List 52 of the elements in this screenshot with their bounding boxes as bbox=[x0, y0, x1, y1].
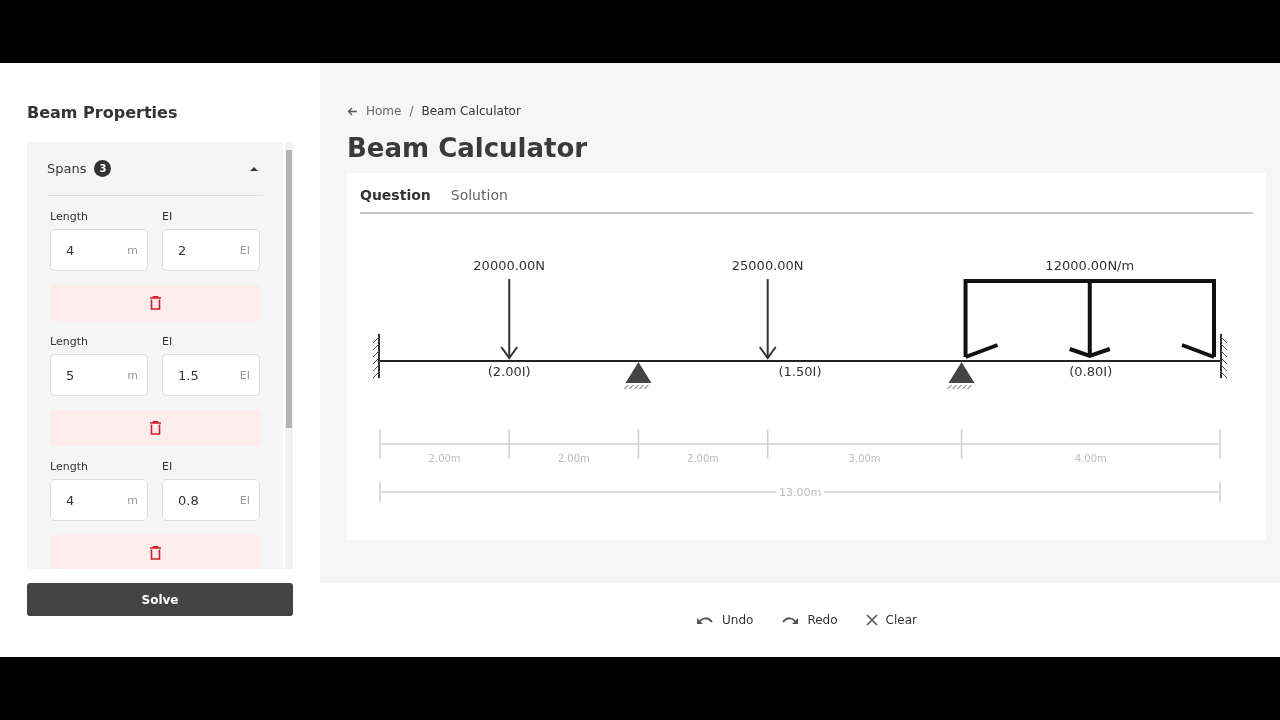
delete-button[interactable] bbox=[50, 285, 260, 321]
stiffness-label: (0.80I) bbox=[1069, 364, 1113, 379]
page-title: Beam Calculator bbox=[347, 133, 589, 163]
dimension-label: 2.00m bbox=[687, 453, 720, 464]
delete-button[interactable] bbox=[50, 410, 260, 446]
trash-icon bbox=[149, 421, 161, 435]
field-label: EI bbox=[162, 460, 174, 473]
fixed-support-icon bbox=[372, 333, 380, 379]
solve-button[interactable]: Solve bbox=[27, 583, 293, 616]
pin-support-icon bbox=[623, 362, 652, 390]
field-label: Length bbox=[50, 460, 89, 473]
length-input[interactable]: 5 m bbox=[50, 354, 148, 396]
caret-icon[interactable] bbox=[249, 165, 259, 172]
stiffness-label: (1.50I) bbox=[778, 364, 822, 379]
ei-input[interactable]: 1.5 EI bbox=[162, 354, 260, 396]
close-icon bbox=[865, 614, 878, 626]
dimension-label: 2.00m bbox=[557, 453, 590, 464]
undo-button[interactable]: Undo bbox=[696, 613, 754, 627]
ei-input[interactable]: 2 EI bbox=[162, 229, 260, 271]
redo-button[interactable]: Redo bbox=[781, 613, 838, 627]
field-label: Length bbox=[50, 335, 89, 348]
length-input[interactable]: 4 m bbox=[50, 229, 148, 271]
field-label: EI bbox=[162, 335, 174, 348]
trash-icon bbox=[149, 546, 161, 560]
redo-icon bbox=[781, 615, 800, 625]
load-label: 20000.00N bbox=[473, 258, 546, 273]
sidebar-title: Beam Properties bbox=[27, 103, 179, 122]
dimension-label: 4.00m bbox=[1074, 453, 1107, 464]
tab[interactable]: Question bbox=[360, 186, 431, 203]
undo-icon bbox=[696, 615, 715, 625]
scrollbar-thumb[interactable] bbox=[286, 150, 292, 428]
field-label: Length bbox=[50, 210, 89, 223]
stiffness-label: (2.00I) bbox=[487, 364, 531, 379]
breadcrumb-separator: / bbox=[409, 104, 414, 118]
dimension-label: 13.00m bbox=[778, 486, 822, 499]
length-input[interactable]: 4 m bbox=[50, 479, 148, 521]
clear-button[interactable]: Clear bbox=[865, 613, 917, 627]
delete-button[interactable] bbox=[50, 535, 260, 569]
count-badge: 3 bbox=[94, 160, 112, 177]
fixed-support-icon bbox=[1220, 333, 1228, 379]
tab[interactable]: Solution bbox=[450, 186, 508, 203]
ei-input[interactable]: 0.8 EI bbox=[162, 479, 260, 521]
trash-icon bbox=[149, 296, 161, 310]
dimension-label: 3.00m bbox=[848, 453, 881, 464]
load-label: 25000.00N bbox=[731, 258, 804, 273]
back-arrow-icon[interactable] bbox=[347, 106, 358, 116]
section-label: Spans bbox=[47, 161, 87, 176]
breadcrumb-link[interactable]: Home bbox=[366, 104, 402, 118]
field-label: EI bbox=[162, 210, 174, 223]
dimension-label: 2.00m bbox=[428, 453, 461, 464]
load-label: 12000.00N/m bbox=[1045, 258, 1135, 273]
pin-support-icon bbox=[947, 362, 975, 390]
